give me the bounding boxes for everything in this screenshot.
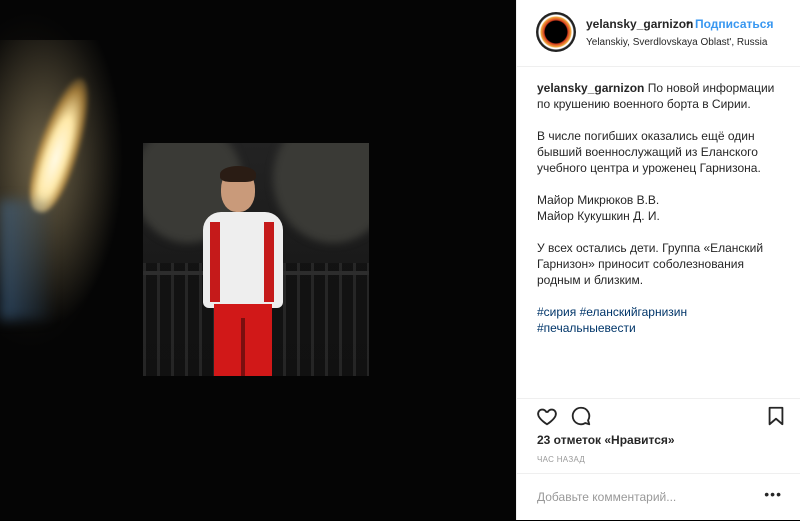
caption-paragraph2: В числе погибших оказались ещё один бывш… — [537, 129, 761, 175]
caption-name1: Майор Микрюков В.В. — [537, 193, 660, 207]
hashtag-link[interactable]: #еланскийгарнизин — [580, 305, 688, 319]
caption-name2: Майор Кукушкин Д. И. — [537, 209, 660, 223]
person-figure — [198, 166, 288, 376]
caption-username[interactable]: yelansky_garnizon — [537, 81, 644, 95]
jacket-stripe — [210, 222, 220, 302]
post-caption: yelansky_garnizon По новой информации по… — [537, 80, 781, 352]
candle-body — [0, 200, 50, 320]
post-timestamp[interactable]: ЧАС НАЗАД — [537, 455, 585, 464]
jacket-stripe — [264, 222, 274, 302]
bookmark-icon[interactable] — [765, 405, 787, 427]
likes-count[interactable]: 23 отметок «Нравится» — [537, 433, 675, 447]
caption-paragraph4: У всех остались дети. Группа «Еланский Г… — [537, 241, 764, 287]
follow-button[interactable]: Подписаться — [695, 17, 773, 31]
heart-icon[interactable] — [536, 405, 558, 427]
person-hair — [220, 166, 256, 182]
post-side-panel: yelansky_garnizon • Подписаться Yelanski… — [516, 0, 800, 520]
memorial-photo — [143, 143, 369, 376]
post-actions — [517, 398, 800, 429]
hashtag-link[interactable]: #печальныевести — [537, 321, 636, 335]
location-link[interactable]: Yelanskiy, Sverdlovskaya Oblast', Russia — [586, 37, 767, 48]
more-options-button[interactable]: ••• — [764, 486, 782, 502]
pants-gap — [241, 318, 245, 376]
header-separator: • — [686, 16, 691, 30]
post-media — [0, 0, 516, 520]
avatar[interactable] — [536, 12, 576, 52]
caption-names: Майор Микрюков В.В. Майор Кукушкин Д. И. — [537, 192, 781, 224]
caption-first-paragraph: yelansky_garnizon По новой информации по… — [537, 80, 781, 112]
comment-icon[interactable] — [570, 405, 592, 427]
post-header: yelansky_garnizon • Подписаться Yelanski… — [517, 0, 800, 67]
comment-input[interactable] — [537, 488, 747, 506]
header-username[interactable]: yelansky_garnizon — [586, 17, 693, 31]
comment-bar: ••• — [517, 473, 800, 521]
caption-hashtags: #сирия #еланскийгарнизин #печальныевести — [537, 304, 781, 336]
hashtag-link[interactable]: #сирия — [537, 305, 576, 319]
